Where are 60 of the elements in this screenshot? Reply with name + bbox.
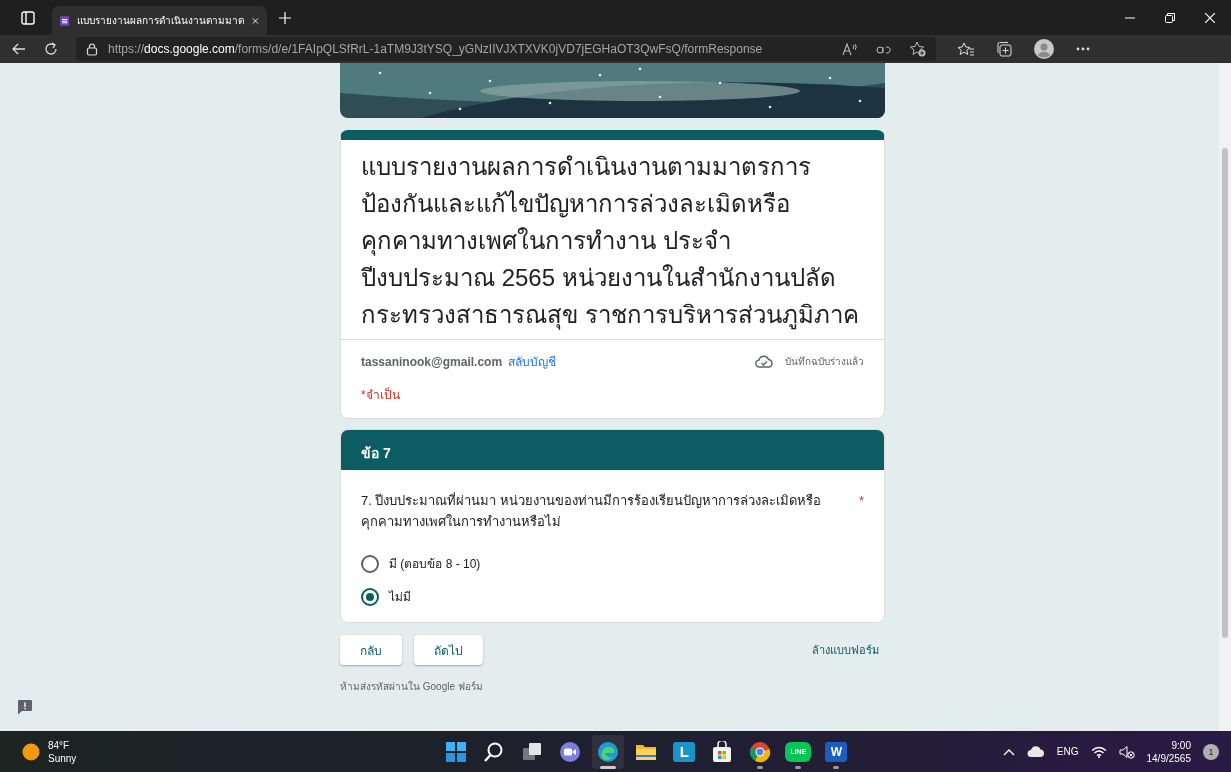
taskbar-button[interactable] [592,734,625,769]
question-text: 7. ปีงบประมาณที่ผ่านมา หน่วยงานของท่านมีการร้องเรียนปัญหาการล่วงละเมิดหรือคุกคามทางเพศในการทำงานหรือไม่ [361,491,823,532]
tab-title: แบบรายงานผลการดำเนินงานตามมาต [77,14,245,28]
url-text: https://docs.google.com/forms/d/e/1FAIpQLSfRrL-1aTM9J3tYSQ_yGNzIIVJXTXVK0jVD7jEGHaOT3QwFsQ/formResponse [108,42,763,56]
video-chat-icon [559,740,582,763]
translate-icon[interactable] [876,43,892,55]
cloud-icon[interactable] [1026,746,1045,757]
collections-icon[interactable] [996,41,1012,57]
weather-condition: Sunny [48,751,77,765]
form-icon [60,13,70,28]
read-aloud-icon[interactable] [842,42,858,56]
draft-status: บันทึกฉบับร่างแล้ว [785,355,864,369]
new-tab-icon[interactable] [279,11,291,24]
lock-icon [86,42,98,56]
clock-time[interactable]: 9:00 [1171,738,1191,752]
feedback-icon[interactable] [17,699,33,715]
required-note: *จำเป็น [361,386,401,404]
radio-option[interactable]: มี (ตอบข้อ 8 - 10) [361,554,864,573]
language-indicator[interactable]: ENG [1056,746,1079,757]
close-icon[interactable] [252,15,259,26]
refresh-icon[interactable] [44,42,58,56]
switch-account-link[interactable]: สลับบัญชี [508,352,557,371]
windows-icon [521,740,544,763]
add-favorite-icon[interactable] [910,41,926,57]
favorites-icon[interactable] [958,42,974,56]
sun-icon[interactable] [22,742,40,761]
back-button[interactable]: กลับ [340,635,402,665]
start-icon [445,740,468,763]
form-title: แบบรายงานผลการดำเนินงานตามมาตรการป้องกันและแก้ไขปัญหาการล่วงละเมิดหรือคุกคามทางเพศในการทำงาน ประจำปีงบประมาณ 2565 หน่วยงานในสำนักงานปลัดกระทรวงสาธารณสุข ราชการบริหารส่วนภูมิภาค [360,152,860,332]
restore-icon[interactable] [1165,12,1175,23]
tab-actions-icon[interactable] [21,10,35,25]
clear-form-link[interactable]: ล้างแบบฟอร์ม [812,641,879,659]
wifi-icon[interactable] [1090,745,1107,758]
browser-icon [597,740,620,763]
taskbar-button[interactable]: W [820,734,853,769]
account-email: tassaninook@gmail.com [361,354,503,369]
radio-option[interactable]: ไม่มี [361,587,864,606]
address-bar[interactable]: https://docs.google.com/forms/d/e/1FAIpQLSfRrL-1aTM9J3tYSQ_yGNzIIVJXTXVK0jVD7jEGHaOT3QwFsQ/formResponse [76,37,936,61]
letter-app-icon: L [673,741,696,762]
close-icon[interactable] [1205,12,1215,23]
chevron-up-icon[interactable] [1002,747,1015,756]
scrollbar[interactable] [1219,63,1231,731]
next-button[interactable]: ถัดไป [414,635,483,665]
profile-icon[interactable] [1034,39,1054,59]
browser-tab[interactable]: แบบรายงานผลการดำเนินงานตามมาต [52,6,267,35]
footer-note: ห้ามส่งรหัสผ่านใน Google ฟอร์ม [340,680,484,694]
clock-date[interactable]: 14/9/2565 [1146,751,1191,765]
back-icon[interactable] [12,43,26,55]
document-app-icon: W [825,741,848,762]
section-header: ข้อ 7 [341,430,884,470]
required-mark: * [858,492,864,510]
radio-button[interactable] [361,587,379,606]
chrome-icon [749,740,772,763]
cloud-check-icon [755,355,773,368]
weather-temperature: 84°F [48,738,71,752]
notification-badge[interactable]: 1 [1203,743,1219,760]
store-icon [711,740,734,763]
speaker-muted-icon[interactable] [1118,744,1135,759]
radio-button[interactable] [361,554,379,573]
more-icon[interactable] [1076,47,1090,51]
